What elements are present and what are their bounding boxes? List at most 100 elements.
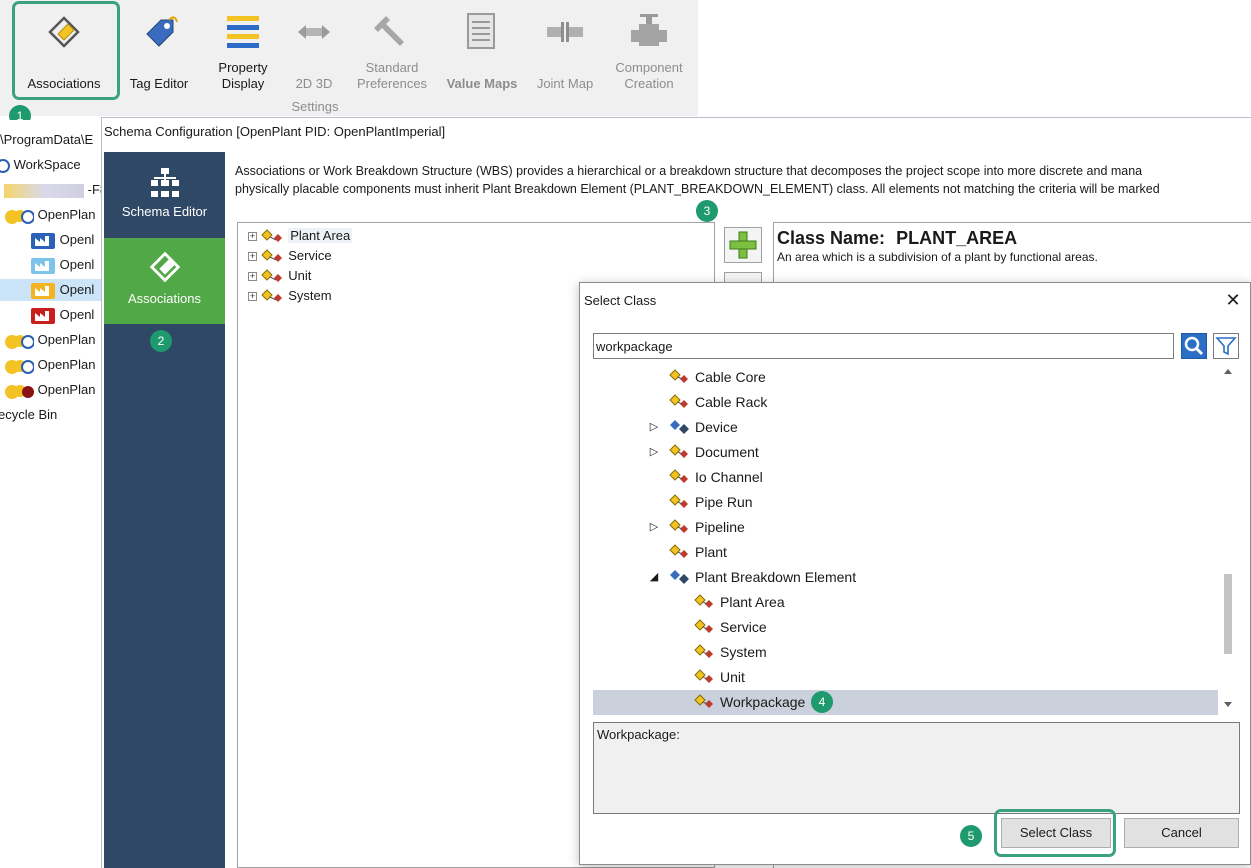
blue-factory-icon xyxy=(31,232,55,249)
tag-editor-ribbon-button[interactable]: Tag Editor xyxy=(122,6,196,96)
tag-editor-label: Tag Editor xyxy=(129,76,189,91)
class-list-item[interactable]: Io Channel xyxy=(593,465,1218,490)
expand-arrow-icon[interactable]: ▷ xyxy=(648,515,660,540)
joint-map-label: Joint Map xyxy=(536,76,594,91)
tree-node-service[interactable]: + Service xyxy=(248,246,332,266)
class-list-item[interactable]: Cable Rack xyxy=(593,390,1218,415)
tree-item-blurred[interactable]: -F8 xyxy=(4,179,107,201)
add-class-button[interactable] xyxy=(724,227,762,263)
class-list-item-label: Pipeline xyxy=(695,519,745,535)
class-list-item[interactable]: ▷ Document xyxy=(593,440,1218,465)
callout-badge-5: 5 xyxy=(960,825,982,847)
expand-icon[interactable]: + xyxy=(248,252,257,262)
2d3d-ribbon-button[interactable]: 2D 3D xyxy=(288,6,340,96)
class-icon xyxy=(260,288,282,302)
workspace-tree: \ProgramData\E WorkSpace -F8 OpenPlan Op… xyxy=(0,120,107,868)
expand-icon[interactable]: + xyxy=(248,272,257,282)
expand-arrow-icon[interactable]: ▷ xyxy=(648,415,660,440)
class-list-item[interactable]: Service xyxy=(593,615,1218,640)
standard-preferences-ribbon-button[interactable]: Standard Preferences xyxy=(350,6,434,96)
nav-associations[interactable]: Associations xyxy=(104,238,225,324)
tree-node-system[interactable]: + System xyxy=(248,286,332,306)
property-display-ribbon-button[interactable]: Property Display xyxy=(206,6,280,96)
class-list-item-label: System xyxy=(720,644,767,660)
class-list-item[interactable]: ▷ Device xyxy=(593,415,1218,440)
cancel-button[interactable]: Cancel xyxy=(1124,818,1239,848)
close-icon[interactable]: ✕ xyxy=(1222,289,1244,311)
tree-item-workspace[interactable]: WorkSpace xyxy=(0,154,81,176)
associations-highlight xyxy=(12,1,120,100)
tree-item-openplant[interactable]: OpenPlan xyxy=(4,204,95,226)
value-maps-ribbon-button[interactable]: Value Maps xyxy=(440,6,524,96)
nav-schema-editor-label: Schema Editor xyxy=(121,204,208,219)
joint-map-icon xyxy=(547,22,583,42)
class-list-item[interactable]: System xyxy=(593,640,1218,665)
nav-associations-label: Associations xyxy=(128,291,201,306)
tree-item-openplant-6[interactable]: OpenPlan xyxy=(4,354,95,376)
class-list-item-label: Plant xyxy=(695,544,727,560)
class-list-item-label: Plant Breakdown Element xyxy=(695,569,857,585)
class-list-item-label: Cable Core xyxy=(695,369,766,385)
nav-schema-editor[interactable]: Schema Editor xyxy=(104,152,225,238)
class-list-item[interactable]: ▷ Pipeline xyxy=(593,515,1218,540)
class-list-item[interactable]: Plant Area xyxy=(593,590,1218,615)
tree-node-unit[interactable]: + Unit xyxy=(248,266,311,286)
standard-preferences-label-1: Standard xyxy=(365,60,419,75)
tree-item-openplant-4[interactable]: Openl xyxy=(30,304,94,326)
class-list-item[interactable]: Plant xyxy=(593,540,1218,565)
class-icon xyxy=(260,248,282,262)
tree-node-plant-area[interactable]: + Plant Area xyxy=(248,226,353,246)
component-creation-ribbon-button[interactable]: Component Creation xyxy=(606,6,692,96)
workspace-icon xyxy=(0,158,10,173)
scrollbar-thumb[interactable] xyxy=(1224,574,1232,654)
collapse-arrow-icon[interactable]: ◢ xyxy=(648,565,660,590)
tree-item-label: Openl xyxy=(59,232,95,247)
tree-item-openplant-7[interactable]: OpenPlan xyxy=(4,379,95,401)
valve-icon xyxy=(631,14,667,46)
scroll-up-icon[interactable] xyxy=(1224,369,1232,374)
openplant-red-icon xyxy=(5,384,34,399)
value-maps-icon xyxy=(467,13,495,49)
filter-icon xyxy=(1215,337,1237,356)
filter-button[interactable] xyxy=(1213,333,1239,359)
search-icon xyxy=(1184,336,1204,356)
class-list-item[interactable]: ◢ Plant Breakdown Element xyxy=(593,565,1218,590)
lightblue-factory-icon xyxy=(31,257,55,274)
class-list-item[interactable]: Cable Core xyxy=(593,365,1218,390)
joint-map-ribbon-button[interactable]: Joint Map xyxy=(530,6,600,96)
tag-icon xyxy=(146,16,178,47)
class-list-item-label: Unit xyxy=(720,669,745,685)
wrench-icon xyxy=(374,16,404,46)
search-button[interactable] xyxy=(1181,333,1207,359)
tree-node-label: Unit xyxy=(288,268,312,283)
expand-icon[interactable]: + xyxy=(248,232,257,242)
property-display-label-2: Display xyxy=(221,76,265,91)
class-list-item[interactable]: Pipe Run xyxy=(593,490,1218,515)
class-icon xyxy=(260,268,282,282)
ribbon-empty-area xyxy=(698,0,1251,116)
tree-item-openplant-5[interactable]: OpenPlan xyxy=(4,329,95,351)
list-scrollbar[interactable] xyxy=(1219,365,1239,715)
class-list-item[interactable]: Workpackage 4 xyxy=(593,690,1218,715)
yellow-factory-icon xyxy=(31,282,55,299)
tree-item-label: ecycle Bin xyxy=(0,407,58,422)
class-description: An area which is a subdivision of a plan… xyxy=(777,250,1098,264)
tree-item-label: OpenPlan xyxy=(37,332,96,347)
scroll-down-icon[interactable] xyxy=(1224,702,1232,707)
tree-item-recycle-bin[interactable]: ecycle Bin xyxy=(0,404,57,426)
schema-editor-icon xyxy=(151,168,179,197)
class-list-item[interactable]: Unit xyxy=(593,665,1218,690)
tree-item-openplant-1[interactable]: Openl xyxy=(30,229,94,251)
class-info-text: Workpackage: xyxy=(597,727,680,742)
class-search-input[interactable] xyxy=(593,333,1174,359)
associations-description: Associations or Work Breakdown Structure… xyxy=(235,162,1251,198)
tree-item-openplant-3[interactable]: Openl xyxy=(0,279,104,301)
expand-arrow-icon[interactable]: ▷ xyxy=(648,440,660,465)
tree-item-label: Openl xyxy=(59,307,95,322)
tree-item-openplant-2[interactable]: Openl xyxy=(30,254,94,276)
expand-icon[interactable]: + xyxy=(248,292,257,302)
settings-group-label: Settings xyxy=(291,99,339,114)
property-display-label-1: Property xyxy=(218,60,268,75)
schema-window-title: Schema Configuration [OpenPlant PID: Ope… xyxy=(104,124,446,139)
standard-preferences-label-2: Preferences xyxy=(356,76,428,91)
